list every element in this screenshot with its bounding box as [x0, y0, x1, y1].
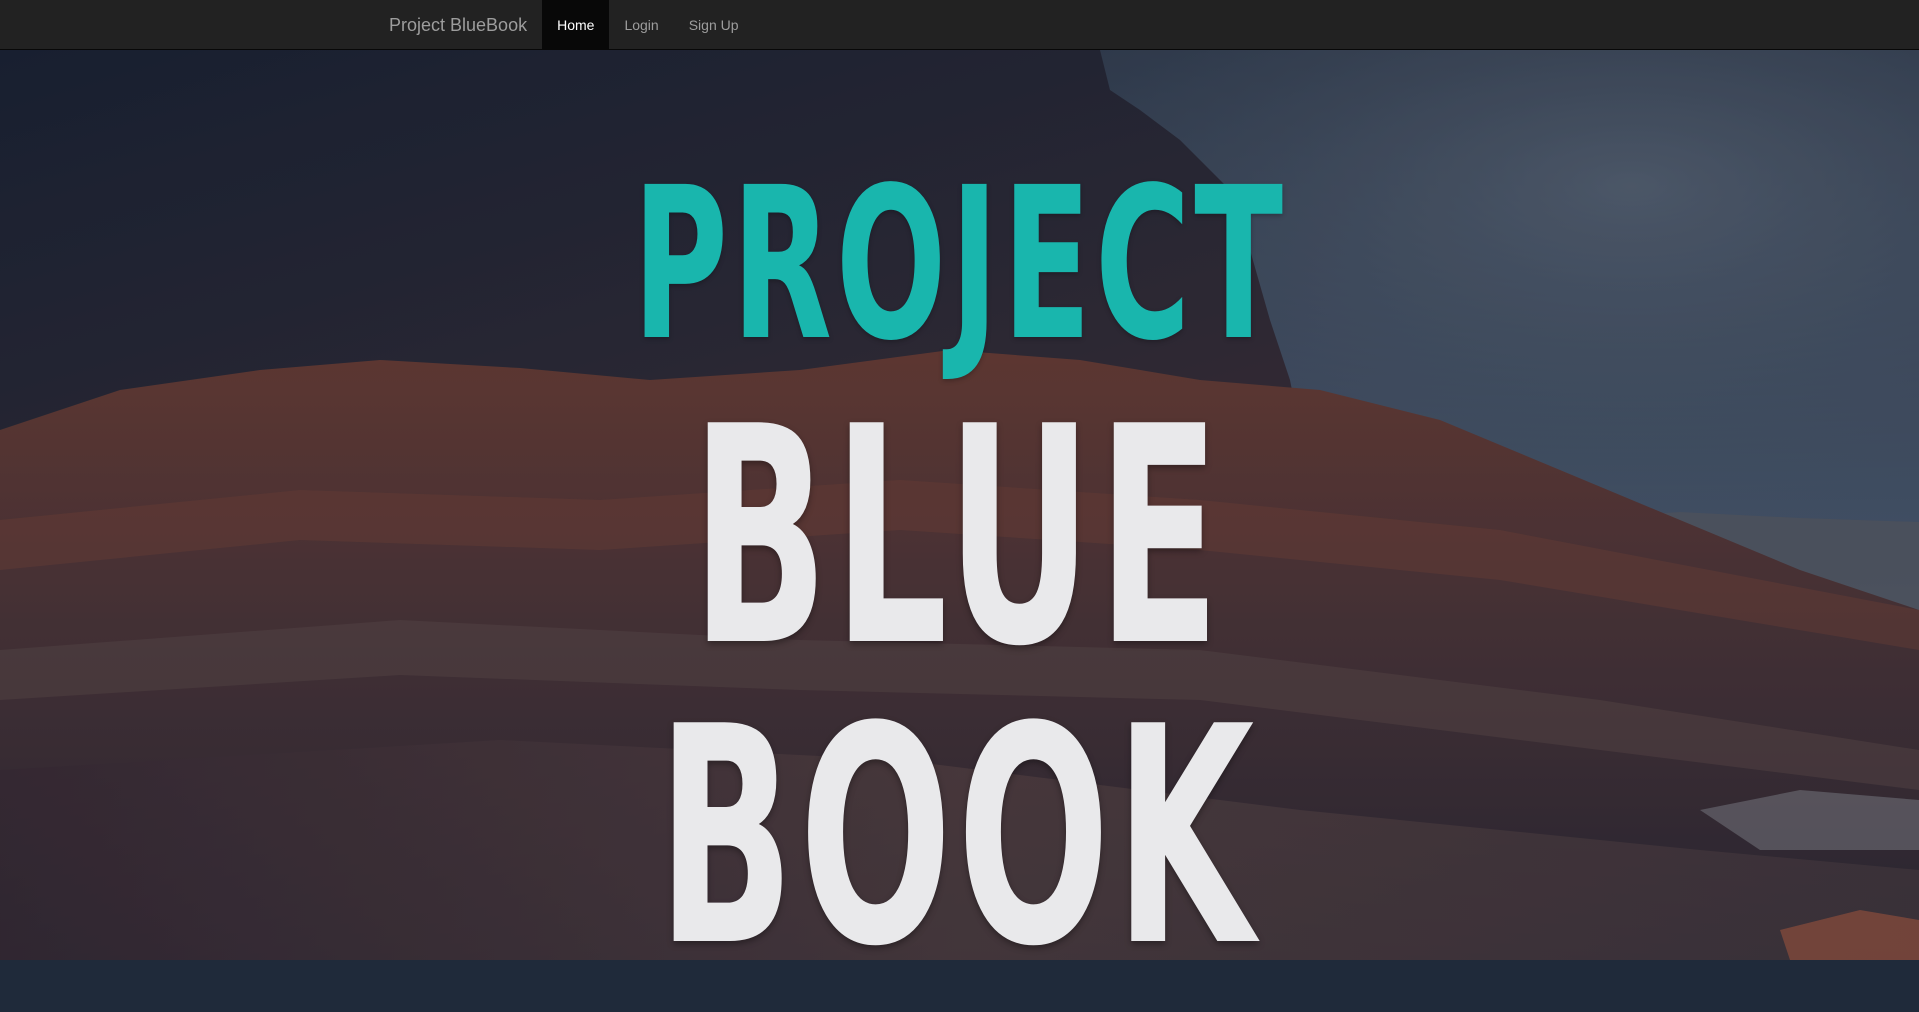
nav-item-login: Login — [609, 0, 673, 50]
hero-background — [0, 50, 1919, 960]
nav-link-signup[interactable]: Sign Up — [674, 0, 754, 50]
navbar-links: Home Login Sign Up — [542, 0, 753, 50]
nav-item-signup: Sign Up — [674, 0, 754, 50]
navbar-container: Project BlueBook Home Login Sign Up — [374, 0, 754, 50]
top-navbar: Project BlueBook Home Login Sign Up — [0, 0, 1919, 50]
nav-item-home: Home — [542, 0, 610, 50]
navbar-brand-link[interactable]: Project BlueBook — [374, 0, 542, 50]
nav-link-home[interactable]: Home — [542, 0, 610, 50]
desert-landscape-image — [0, 50, 1919, 960]
nav-link-login[interactable]: Login — [609, 0, 673, 50]
